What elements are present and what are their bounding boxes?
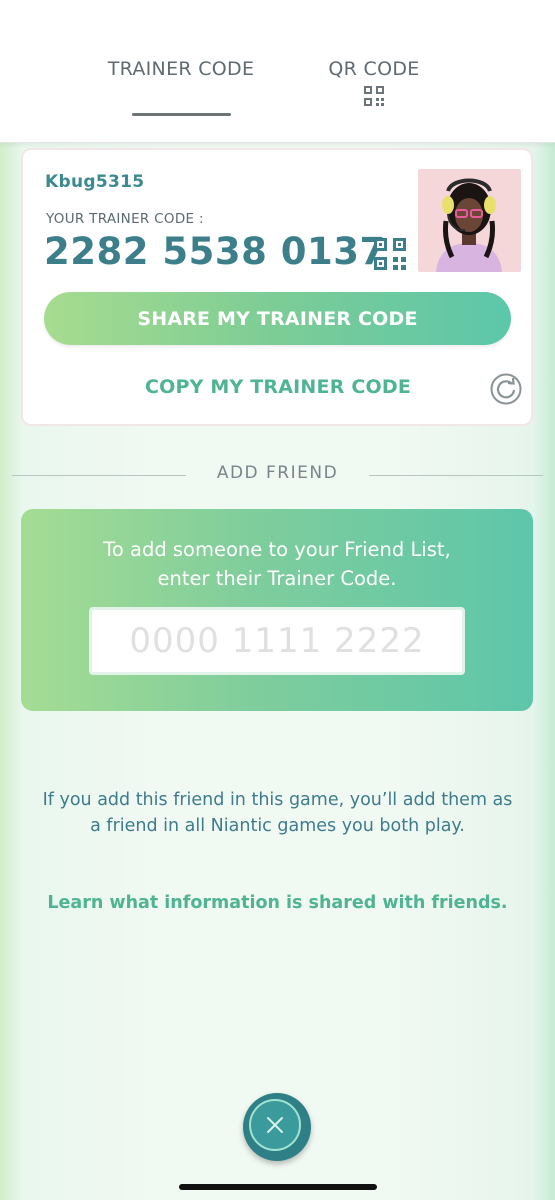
divider-right [369, 475, 543, 476]
avatar-figure [436, 178, 502, 272]
trainer-code-input[interactable] [89, 607, 465, 675]
learn-more-link[interactable]: Learn what information is shared with fr… [30, 893, 525, 913]
refresh-icon[interactable] [490, 373, 522, 405]
trainer-username: Kbug5315 [45, 172, 145, 192]
close-button[interactable] [243, 1093, 311, 1161]
divider-left [12, 475, 186, 476]
trainer-code-label: YOUR TRAINER CODE : [46, 211, 204, 227]
active-tab-indicator [132, 113, 231, 116]
trainer-code-value: 2282 5538 0137 [44, 230, 386, 273]
add-friend-card: To add someone to your Friend List, ente… [21, 509, 533, 711]
qr-code-icon[interactable] [374, 238, 406, 270]
tab-trainer-code[interactable]: TRAINER CODE [105, 58, 257, 80]
niantic-games-note: If you add this friend in this game, you… [42, 790, 513, 836]
tab-qr-code[interactable]: QR CODE [318, 58, 430, 80]
home-indicator [179, 1184, 377, 1190]
add-friend-heading: ADD FRIEND [216, 463, 339, 483]
tab-bar: TRAINER CODE QR CODE [0, 0, 555, 143]
trainer-avatar [418, 169, 521, 272]
add-friend-instructions: To add someone to your Friend List, ente… [103, 538, 451, 590]
close-button-ring [249, 1099, 301, 1151]
copy-trainer-code-link[interactable]: COPY MY TRAINER CODE [143, 376, 413, 398]
close-icon [267, 1117, 283, 1133]
qr-code-icon[interactable] [364, 86, 384, 106]
share-trainer-code-button[interactable]: SHARE MY TRAINER CODE [44, 292, 511, 345]
trainer-card: Kbug5315 YOUR TRAINER CODE : 2282 5538 0… [21, 148, 533, 426]
